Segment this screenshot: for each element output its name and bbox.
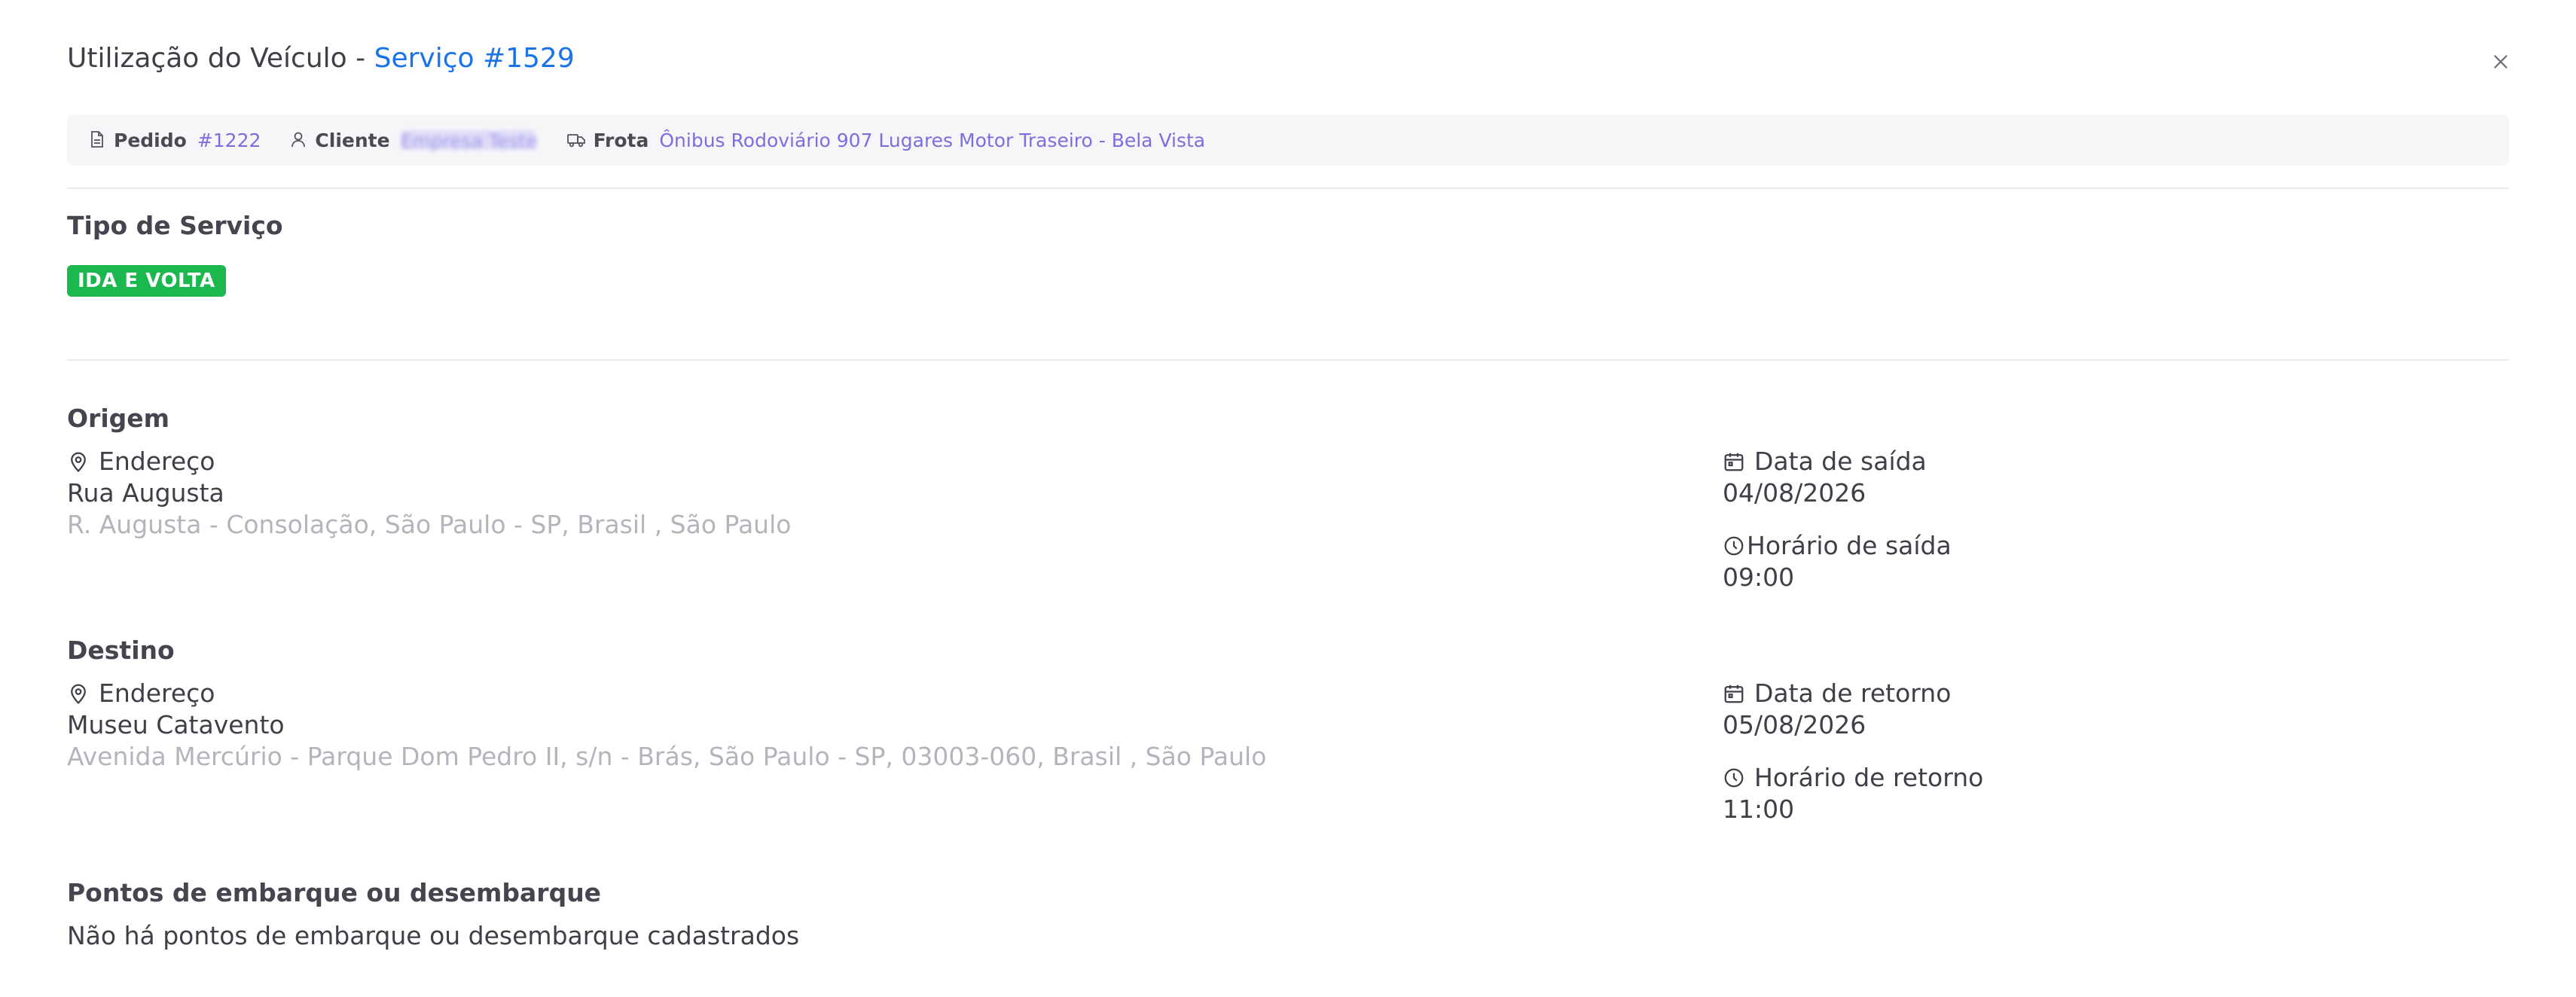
map-pin-icon — [67, 450, 90, 473]
cliente-label: Cliente — [315, 129, 390, 151]
tipo-servico-title: Tipo de Serviço — [67, 211, 283, 240]
frota-link[interactable]: Ônibus Rodoviário 907 Lugares Motor Tras… — [659, 130, 1205, 151]
vehicle-usage-modal: Utilização do Veículo - Serviço #1529 Pe… — [0, 0, 2576, 997]
divider — [67, 188, 2509, 189]
clock-icon — [1723, 767, 1745, 789]
origem-date-value: 04/08/2026 — [1723, 478, 1866, 508]
frota-info: Frota Ônibus Rodoviário 907 Lugares Moto… — [566, 129, 1205, 151]
divider — [67, 359, 2509, 361]
clock-icon — [1723, 535, 1745, 557]
pontos-title: Pontos de embarque ou desembarque — [67, 878, 602, 907]
service-type-badge: IDA E VOLTA — [67, 265, 226, 297]
pedido-info: Pedido #1222 — [90, 130, 261, 151]
destino-full-address: Avenida Mercúrio - Parque Dom Pedro II, … — [67, 742, 1267, 771]
frota-label: Frota — [593, 129, 649, 151]
close-button[interactable] — [2486, 47, 2516, 77]
pedido-link[interactable]: #1222 — [197, 130, 261, 151]
pedido-label: Pedido — [114, 129, 187, 151]
pontos-empty-message: Não há pontos de embarque ou desembarque… — [67, 921, 800, 950]
calendar-icon — [1723, 682, 1745, 705]
close-icon — [2494, 55, 2507, 69]
service-info-bar: Pedido #1222 Cliente Empresa Teste Frota… — [67, 114, 2509, 166]
origem-time-value: 09:00 — [1723, 563, 1795, 592]
modal-title-text: Utilização do Veículo — [67, 43, 347, 74]
service-number: Serviço #1529 — [374, 43, 575, 74]
destino-title: Destino — [67, 636, 175, 665]
calendar-icon — [1723, 450, 1745, 473]
origem-date-label: Data de saída — [1723, 447, 1927, 477]
cliente-value-redacted[interactable]: Empresa Teste — [400, 130, 538, 152]
destino-time-value: 11:00 — [1723, 794, 1795, 824]
destino-date-value: 05/08/2026 — [1723, 710, 1866, 739]
document-icon — [90, 130, 106, 150]
user-icon — [291, 130, 307, 150]
destino-address-label: Endereço — [67, 678, 215, 709]
origem-full-address: R. Augusta - Consolação, São Paulo - SP,… — [67, 510, 792, 539]
modal-title: Utilização do Veículo - Serviço #1529 — [67, 42, 575, 75]
destino-place: Museu Catavento — [67, 710, 285, 739]
origem-time-label: Horário de saída — [1723, 531, 1952, 561]
origem-place: Rua Augusta — [67, 478, 224, 508]
truck-icon — [566, 130, 586, 150]
origem-title: Origem — [67, 404, 170, 433]
map-pin-icon — [67, 682, 90, 705]
title-separator: - — [346, 43, 374, 74]
origem-address-label: Endereço — [67, 447, 215, 477]
cliente-info: Cliente Empresa Teste — [291, 129, 538, 152]
destino-time-label: Horário de retorno — [1723, 763, 1983, 793]
destino-date-label: Data de retorno — [1723, 678, 1951, 709]
